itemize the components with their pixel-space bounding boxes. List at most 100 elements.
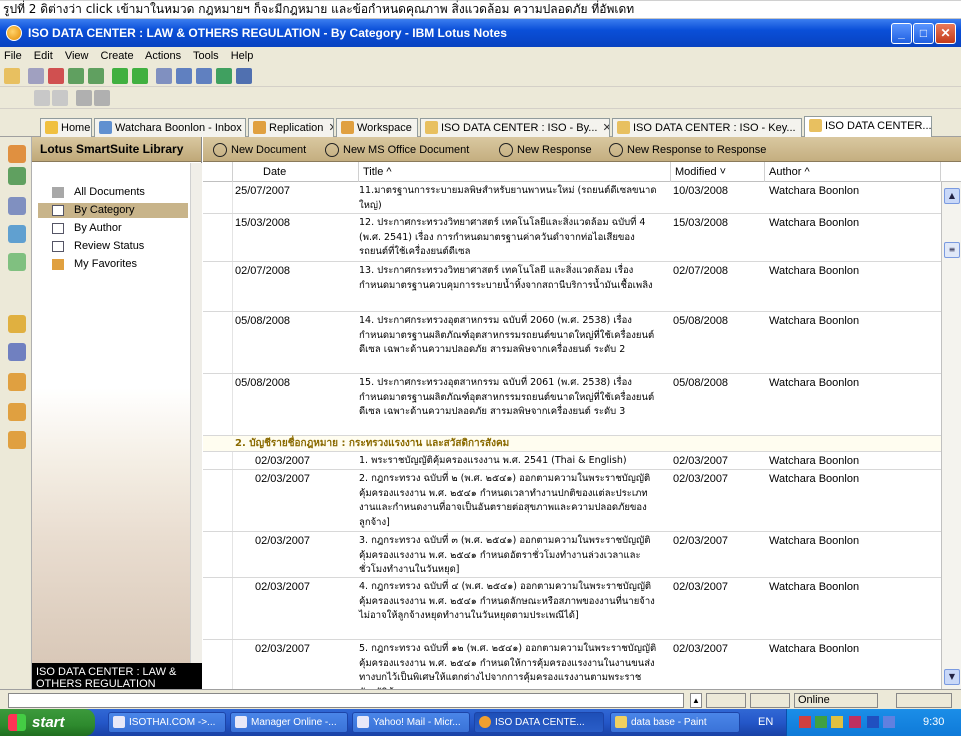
tag-icon[interactable] <box>88 68 104 84</box>
scroll-up-button[interactable]: ▲ <box>944 188 960 204</box>
row-margin <box>203 452 233 469</box>
home-icon[interactable] <box>8 145 26 163</box>
menu-view[interactable]: View <box>65 50 89 62</box>
nav-item-my-favorites[interactable]: My Favorites <box>38 257 188 272</box>
taskbar-button-manager[interactable]: Manager Online -... <box>230 712 348 733</box>
menu-file[interactable]: File <box>4 50 22 62</box>
nav-item-by-category[interactable]: By Category <box>38 203 188 218</box>
applications-icon[interactable] <box>8 343 26 361</box>
view-icon[interactable] <box>236 68 252 84</box>
caption-label: รูปที่ 2 ดิต่างว่า click เข้ามาในหมวด กฎ… <box>3 2 635 16</box>
close-icon[interactable]: ✕ <box>328 122 333 134</box>
view-icon[interactable] <box>94 90 110 106</box>
table-row[interactable]: 02/07/2008 13. ประกาศกระทรวงวิทยาศาสตร์ … <box>203 262 941 312</box>
window-titlebar[interactable]: ISO DATA CENTER : LAW & OTHERS REGULATIO… <box>0 19 961 47</box>
column-header-title[interactable]: Title ^ <box>359 162 671 182</box>
view-scrollbar[interactable]: ▲ ≡ ▼ <box>941 182 961 689</box>
scroll-down-button[interactable]: ▼ <box>944 669 960 685</box>
tray-icon[interactable] <box>867 716 879 728</box>
row-modified: 02/03/2007 <box>673 535 729 547</box>
nav-item-review-status[interactable]: Review Status <box>38 239 188 254</box>
todo-icon[interactable] <box>8 225 26 243</box>
close-icon[interactable]: ✕ <box>603 122 609 134</box>
taskbar-button-isothai[interactable]: ISOTHAI.COM ->... <box>108 712 226 733</box>
column-header-date[interactable]: Date <box>259 162 359 182</box>
nav-item-by-author[interactable]: By Author <box>38 221 188 236</box>
table-row[interactable]: 25/07/2007 11.มาตรฐานการระบายมลพิษสำหรับ… <box>203 182 941 214</box>
tab-inbox[interactable]: Watchara Boonlon - Inbox ✕ <box>94 118 246 137</box>
search-icon[interactable] <box>34 90 50 106</box>
table-row[interactable]: 02/03/2007 3. กฎกระทรวง ฉบับที่ ๓ (พ.ศ. … <box>203 532 941 578</box>
tray-icon[interactable] <box>799 716 811 728</box>
search-icon[interactable] <box>52 90 68 106</box>
open-icon[interactable] <box>4 68 20 84</box>
tray-icon[interactable] <box>815 716 827 728</box>
add-icon[interactable] <box>112 68 128 84</box>
close-icon[interactable]: ✕ <box>801 122 802 134</box>
replicator-icon[interactable] <box>8 253 26 271</box>
tray-icon[interactable] <box>849 716 861 728</box>
tab-workspace[interactable]: Workspace ✕ <box>336 118 418 137</box>
menu-create[interactable]: Create <box>101 50 134 62</box>
tag-icon[interactable] <box>68 68 84 84</box>
tab-iso-current[interactable]: ISO DATA CENTER... ✕ <box>804 116 932 138</box>
tray-icon[interactable] <box>883 716 895 728</box>
folder-icon[interactable] <box>8 373 26 391</box>
nav-item-all-documents[interactable]: All Documents <box>38 185 188 200</box>
new-ms-office-document-button[interactable]: New MS Office Document <box>325 142 469 158</box>
table-row[interactable]: 05/08/2008 15. ประกาศกระทรวงอุตสาหกรรม ฉ… <box>203 374 941 436</box>
signal-icon[interactable] <box>706 693 746 708</box>
search-icon[interactable] <box>196 68 212 84</box>
tab-replication[interactable]: Replication ✕ <box>248 118 334 137</box>
remove-icon[interactable] <box>132 68 148 84</box>
status-arrow-icon[interactable]: ▲ <box>690 693 702 708</box>
table-row[interactable]: 02/03/2007 1. พระราชบัญญัติคุ้มครองแรงงา… <box>203 452 941 470</box>
print-icon[interactable] <box>76 90 92 106</box>
clock[interactable]: 9:30 <box>923 709 944 736</box>
tab-iso-by[interactable]: ISO DATA CENTER : ISO - By... ✕ <box>420 118 610 137</box>
menu-edit[interactable]: Edit <box>34 50 53 62</box>
nav-scrollbar[interactable] <box>190 163 202 663</box>
find-icon[interactable] <box>176 68 192 84</box>
table-row[interactable]: 02/03/2007 4. กฎกระทรวง ฉบับที่ ๔ (พ.ศ. … <box>203 578 941 640</box>
minimize-button[interactable]: _ <box>891 23 912 44</box>
refresh-icon[interactable] <box>216 68 232 84</box>
category-row[interactable]: 2. บัญชีรายชื่อกฎหมาย : กระทรวงแรงงาน แล… <box>203 436 941 452</box>
scroll-thumb[interactable]: ≡ <box>944 242 960 258</box>
mail-status-icon[interactable] <box>896 693 952 708</box>
security-icon[interactable] <box>750 693 790 708</box>
tab-iso-key[interactable]: ISO DATA CENTER : ISO - Key... ✕ <box>612 118 802 137</box>
print-icon[interactable] <box>28 68 44 84</box>
taskbar-button-iso-data[interactable]: ISO DATA CENTE... <box>474 712 604 733</box>
bookmark-icon[interactable] <box>8 315 26 333</box>
row-title: 14. ประกาศกระทรวงอุตสาหกรรม ฉบับที่ 2060… <box>359 315 655 355</box>
table-row[interactable]: 02/03/2007 2. กฎกระทรวง ฉบับที่ ๒ (พ.ศ. … <box>203 470 941 532</box>
databases-icon[interactable] <box>8 431 26 449</box>
clipboard-icon[interactable] <box>156 68 172 84</box>
start-button[interactable]: start <box>0 709 95 736</box>
taskbar-button-paint[interactable]: data base - Paint <box>610 712 740 733</box>
language-indicator[interactable]: EN <box>758 709 773 736</box>
close-icon[interactable]: ✕ <box>417 122 418 134</box>
menu-actions[interactable]: Actions <box>145 50 181 62</box>
new-document-button[interactable]: New Document <box>213 142 306 158</box>
table-row[interactable]: 15/03/2008 12. ประกาศกระทรวงวิทยาศาสตร์ … <box>203 214 941 262</box>
table-row[interactable]: 05/08/2008 14. ประกาศกระทรวงอุตสาหกรรม ฉ… <box>203 312 941 374</box>
contacts-icon[interactable] <box>8 197 26 215</box>
column-header-modified[interactable]: Modified ˅ <box>671 162 765 182</box>
maximize-button[interactable]: □ <box>913 23 934 44</box>
stop-icon[interactable] <box>48 68 64 84</box>
close-button[interactable]: ✕ <box>935 23 956 44</box>
new-response-button[interactable]: New Response <box>499 142 592 158</box>
location-selector[interactable]: Online <box>794 693 878 708</box>
menu-tools[interactable]: Tools <box>193 50 219 62</box>
calendar-icon[interactable] <box>8 167 26 185</box>
column-header-author[interactable]: Author ^ <box>765 162 941 182</box>
tab-home[interactable]: Home <box>40 118 92 137</box>
table-row[interactable]: 02/03/2007 5. กฎกระทรวง ฉบับที่ ๑๒ (พ.ศ.… <box>203 640 941 689</box>
taskbar-button-yahoo[interactable]: Yahoo! Mail - Micr... <box>352 712 470 733</box>
tray-icon[interactable] <box>831 716 843 728</box>
new-response-to-response-button[interactable]: New Response to Response <box>609 142 766 158</box>
menu-help[interactable]: Help <box>231 50 254 62</box>
folder-icon[interactable] <box>8 403 26 421</box>
